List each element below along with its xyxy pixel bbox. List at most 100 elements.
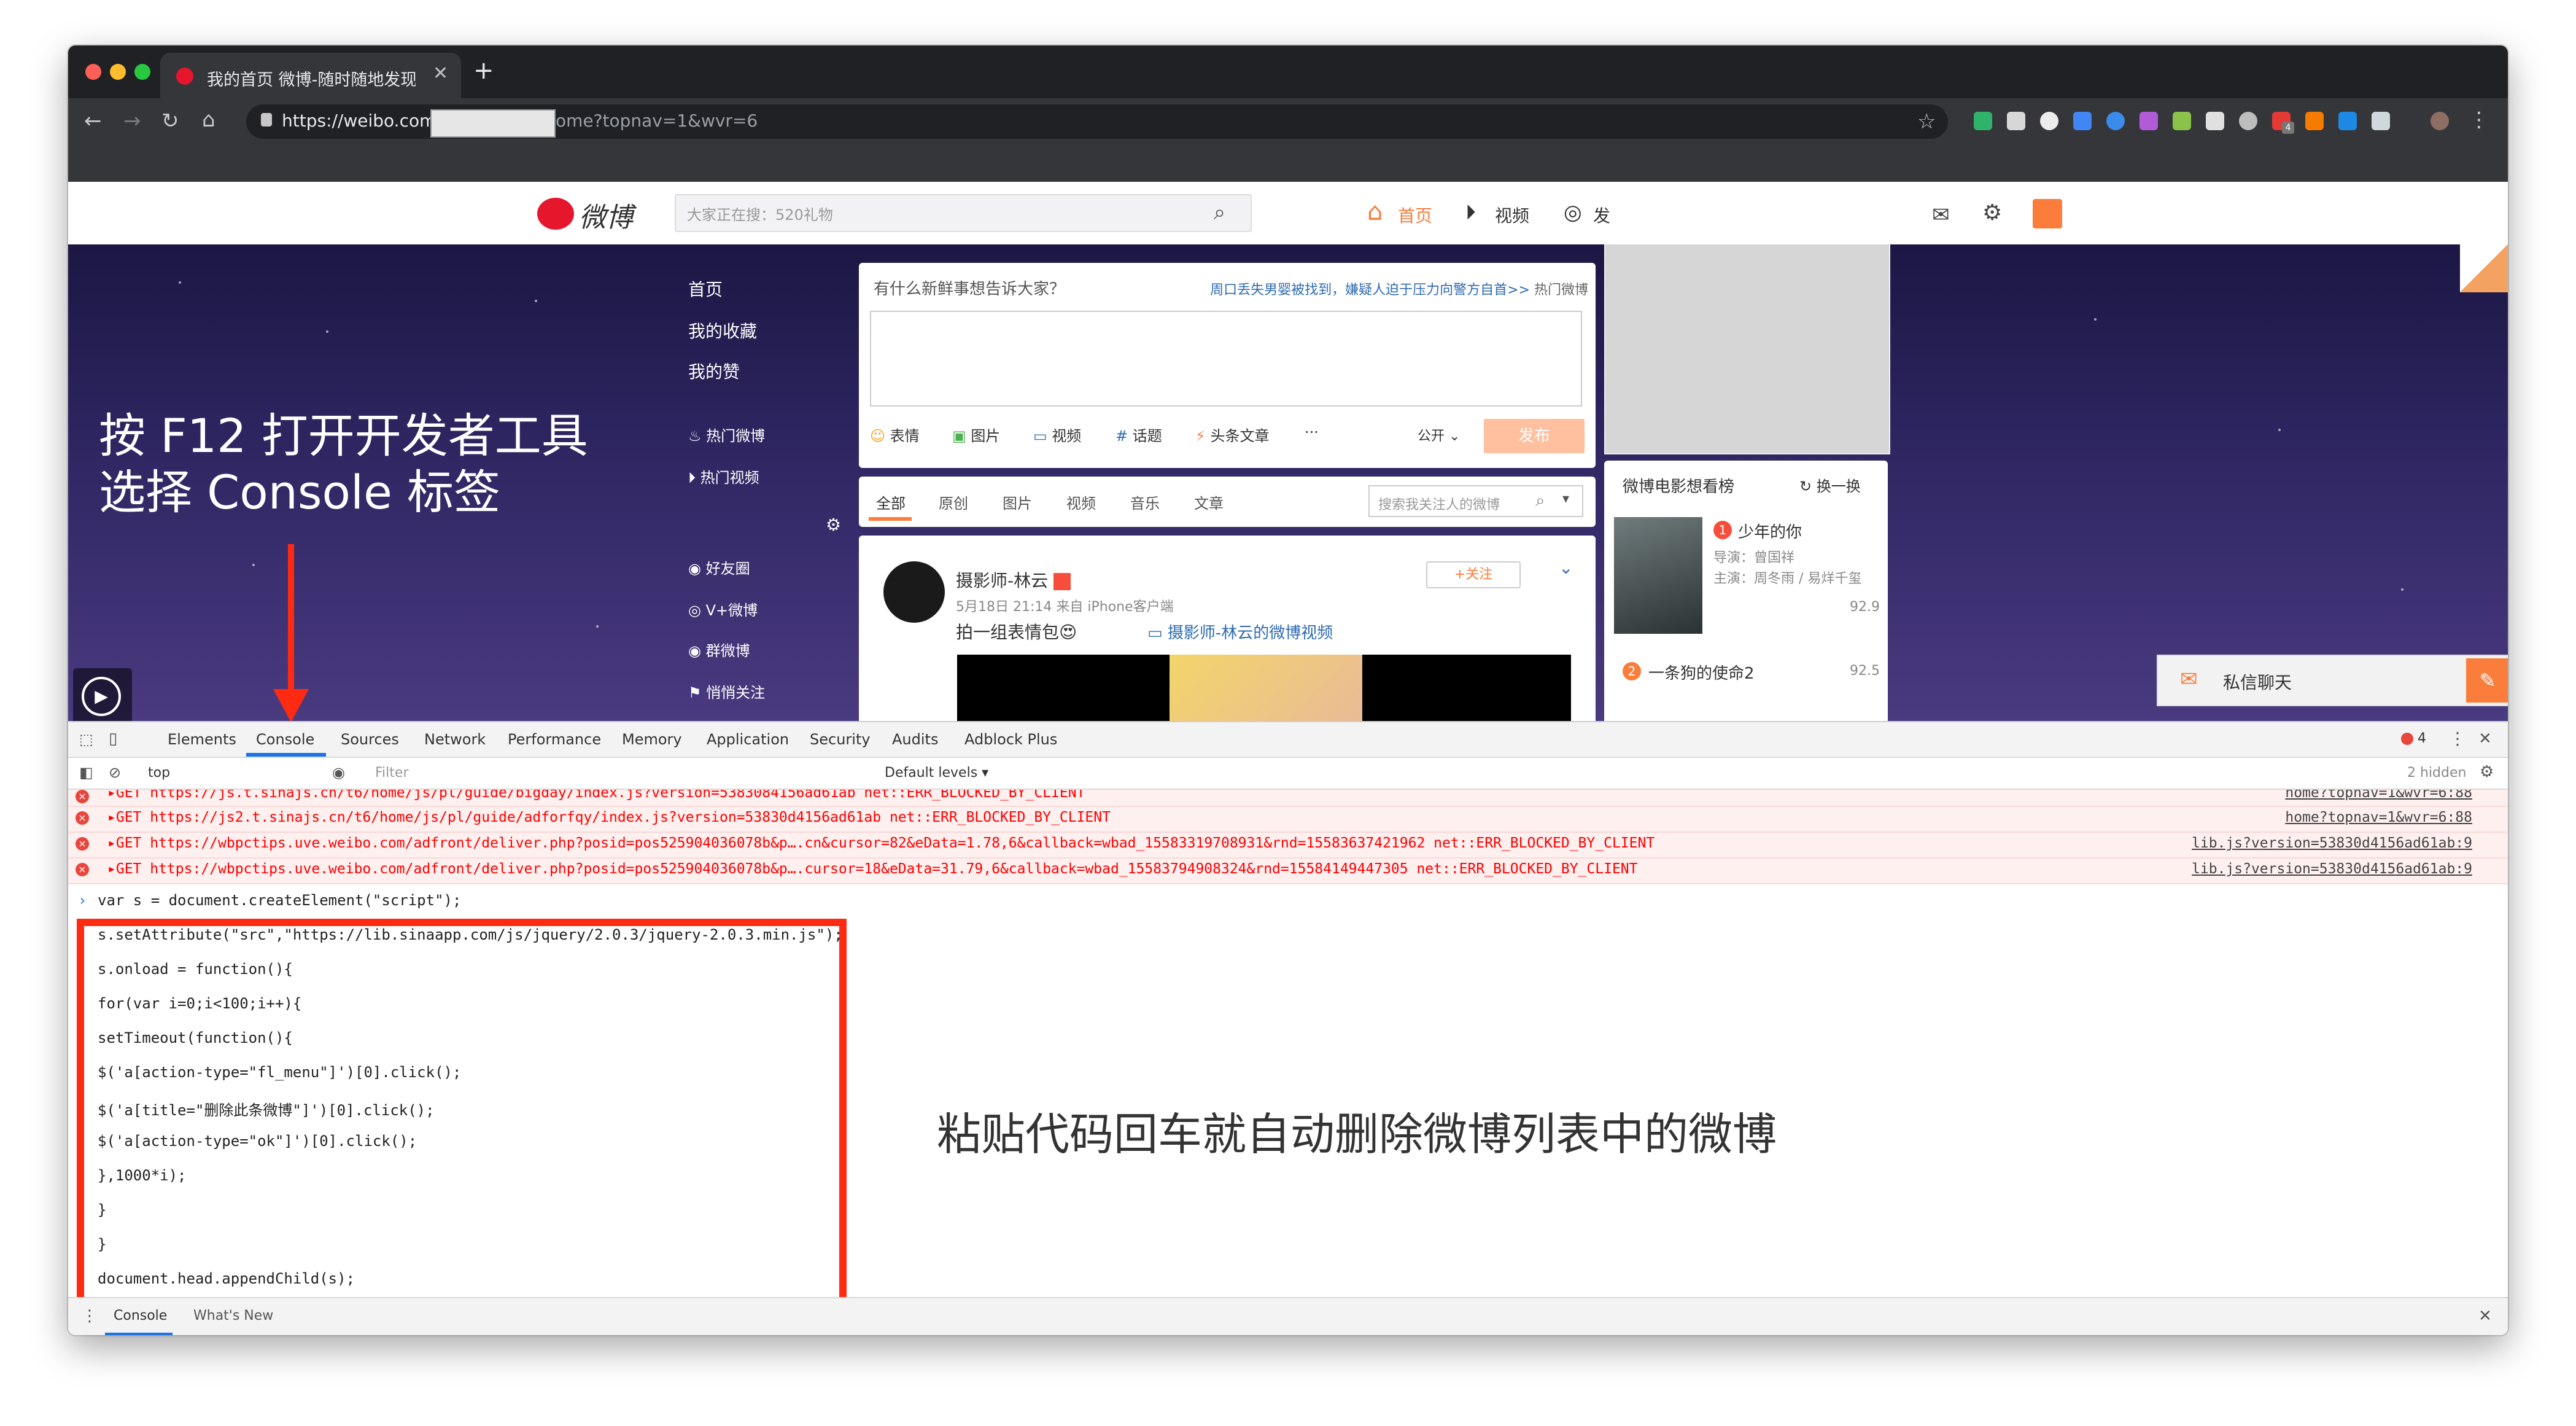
search-icon[interactable]: ⌕ (1214, 200, 1225, 225)
movie-title[interactable]: 一条狗的使命2 (1648, 661, 1755, 684)
music-player[interactable]: ▶ (73, 668, 132, 721)
left-nav-hot-video[interactable]: ⏵ 热门视频 (688, 466, 759, 487)
console-error-row[interactable]: × ▸GET https://wbpctips.uve.weibo.com/ad… (68, 833, 2508, 859)
composer-more[interactable]: ··· (1305, 424, 1319, 441)
weibo-search-input[interactable]: 大家正在搜：520礼物 ⌕ (675, 194, 1252, 232)
extension-icon[interactable] (2106, 112, 2125, 130)
sidebar-toggle-icon[interactable]: ◧ (79, 764, 93, 781)
devtools-menu-icon[interactable]: ⋮ (2449, 728, 2466, 749)
left-nav-home[interactable]: 首页 (688, 276, 723, 301)
compose-icon[interactable] (2033, 199, 2062, 228)
chevron-down-icon[interactable]: ▾ (1562, 491, 1569, 507)
mail-icon[interactable]: ✉ (1932, 203, 1950, 227)
extension-icon[interactable] (2338, 112, 2357, 130)
feed-search-input[interactable]: 搜索我关注人的微博 ⌕ ▾ (1368, 485, 1583, 517)
left-nav-likes[interactable]: 我的赞 (688, 359, 740, 383)
nav-discover[interactable]: 发 (1593, 203, 1610, 227)
post-video-thumbnail[interactable] (957, 655, 1571, 721)
console-error-row[interactable]: × ▸GET https://js2.t.sinajs.cn/t6/home/j… (68, 807, 2508, 833)
forward-arrow-icon[interactable]: → (123, 111, 141, 131)
search-icon[interactable]: ⌕ (1535, 490, 1545, 511)
follow-button[interactable]: +关注 (1426, 561, 1521, 588)
close-devtools-icon[interactable]: ✕ (2478, 730, 2492, 748)
devtools-tab-performance[interactable]: Performance (508, 731, 601, 748)
devtools-tab-memory[interactable]: Memory (622, 731, 682, 748)
drawer-menu-icon[interactable]: ⋮ (82, 1307, 98, 1325)
post-author[interactable]: 摄影师-林云 (956, 567, 1071, 592)
address-bar[interactable]: https://weibo.com ome?topnav=1&wvr=6 ☆ (246, 104, 1948, 139)
left-nav-secret-follow[interactable]: ⚑ 悄悄关注 (688, 680, 765, 702)
nav-video[interactable]: 视频 (1495, 203, 1529, 227)
chat-bubble-icon[interactable]: ✎ (2466, 658, 2508, 703)
devtools-tab-security[interactable]: Security (810, 731, 871, 748)
extension-icon[interactable] (2007, 112, 2025, 130)
new-tab-button[interactable]: + (473, 56, 494, 85)
extension-icon[interactable] (2239, 112, 2257, 130)
composer-hot-link[interactable]: 周口丢失男婴被找到，嫌疑人迫于压力向警方自首>> 热门微博 (1166, 279, 1588, 298)
zoom-window-button[interactable] (134, 64, 150, 80)
avatar[interactable] (883, 561, 945, 623)
devtools-tab-adblock[interactable]: Adblock Plus (964, 731, 1057, 748)
devtools-tab-audits[interactable]: Audits (892, 731, 938, 748)
extension-icon[interactable] (2040, 112, 2058, 130)
close-drawer-icon[interactable]: ✕ (2478, 1307, 2492, 1325)
feed-tab-original[interactable]: 原创 (939, 491, 968, 513)
feed-tab-all[interactable]: 全部 (876, 491, 906, 513)
left-nav-friends[interactable]: ◉ 好友圈 (688, 556, 750, 578)
movie-title[interactable]: 少年的你 (1738, 520, 1802, 542)
feed-tab-articles[interactable]: 文章 (1194, 491, 1224, 513)
feed-tab-video[interactable]: 视频 (1066, 491, 1096, 513)
extension-icon[interactable] (2206, 112, 2224, 130)
feed-tab-images[interactable]: 图片 (1003, 491, 1032, 513)
console-filter-input[interactable]: Filter (375, 765, 408, 781)
console-error-row[interactable]: × ▸GET https://wbpctips.uve.weibo.com/ad… (68, 859, 2508, 884)
browser-menu-icon[interactable]: ⋮ (2469, 109, 2489, 130)
play-icon[interactable]: ▶ (82, 677, 121, 716)
device-toolbar-icon[interactable]: ▯ (109, 730, 117, 748)
extension-icon[interactable] (2305, 112, 2324, 130)
profile-avatar[interactable] (2431, 112, 2449, 130)
extension-icon[interactable] (2140, 112, 2158, 130)
adblock-plus-extension-icon[interactable]: 4 (2272, 112, 2294, 134)
eye-icon[interactable]: ◉ (332, 764, 345, 781)
composer-tool-video[interactable]: ▭ 视频 (1033, 424, 1081, 445)
composer-tool-emoji[interactable]: ☺ 表情 (870, 424, 920, 445)
chevron-down-icon[interactable]: ⌄ (1559, 558, 1573, 578)
left-nav-vplus[interactable]: ◎ V+微博 (688, 598, 758, 620)
devtools-tab-elements[interactable]: Elements (168, 731, 236, 748)
nav-home[interactable]: 首页 (1398, 203, 1432, 227)
publish-button[interactable]: 发布 (1484, 419, 1585, 453)
devtools-tab-sources[interactable]: Sources (341, 731, 399, 748)
console-error-row[interactable]: × ▸GET https://js.t.sinajs.cn/t6/home/js… (68, 790, 2508, 807)
private-chat-bar[interactable]: ✉ 私信聊天 ✎ (2157, 655, 2508, 706)
extension-icon[interactable] (2073, 112, 2092, 130)
devtools-tab-application[interactable]: Application (707, 731, 789, 748)
feed-tab-music[interactable]: 音乐 (1130, 491, 1160, 513)
composer-tool-article[interactable]: ⚡ 头条文章 (1195, 424, 1269, 445)
inspect-element-icon[interactable]: ⬚ (79, 731, 93, 748)
left-nav-hot-weibo[interactable]: ♨ 热门微博 (688, 424, 765, 445)
weibo-logo-icon[interactable] (537, 198, 574, 230)
gear-icon[interactable]: ⚙ (2480, 763, 2494, 781)
log-levels-select[interactable]: Default levels ▾ (885, 765, 988, 781)
extension-icon[interactable] (2173, 112, 2191, 130)
gear-icon[interactable]: ⚙ (826, 515, 841, 535)
gear-icon[interactable]: ⚙ (1982, 200, 2002, 225)
composer-textarea[interactable] (870, 311, 1582, 407)
refresh-button[interactable]: ↻ 换一换 (1799, 474, 1861, 496)
back-arrow-icon[interactable]: ← (84, 111, 102, 131)
context-select[interactable]: top (148, 765, 170, 781)
post-video-link[interactable]: ▭ 摄影师-林云的微博视频 (1147, 620, 1333, 643)
devtools-tab-console[interactable]: Console (256, 731, 314, 748)
left-nav-group[interactable]: ◉ 群微博 (688, 639, 750, 660)
composer-tool-image[interactable]: ▣ 图片 (952, 424, 1000, 445)
reload-icon[interactable]: ↻ (161, 111, 179, 131)
composer-tool-topic[interactable]: # 话题 (1115, 424, 1162, 445)
bookmark-star-icon[interactable]: ☆ (1917, 109, 1936, 134)
corner-badge[interactable] (2460, 244, 2508, 292)
devtools-tab-network[interactable]: Network (424, 731, 486, 748)
post-time[interactable]: 5月18日 21:14 来自 iPhone客户端 (956, 596, 1174, 615)
home-icon[interactable]: ⌂ (202, 109, 215, 130)
close-window-button[interactable] (85, 64, 101, 80)
minimize-window-button[interactable] (110, 64, 126, 80)
